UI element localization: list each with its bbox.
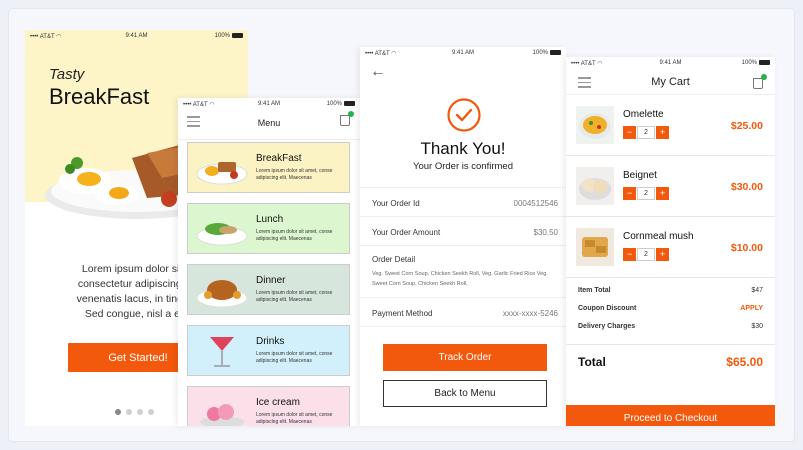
omelette-dish-icon	[576, 106, 614, 144]
battery-indicator: 100%	[215, 33, 243, 39]
order-id-row: Your Order Id 0004512546	[360, 188, 566, 217]
breakfast-plate-icon	[196, 162, 248, 185]
cart-header: •••• AT&T ◠ 9:41 AM 100% My Cart	[566, 57, 775, 95]
page-indicator[interactable]	[115, 402, 159, 420]
delivery-row: Delivery Charges $30	[578, 323, 763, 330]
confirmation-subtitle: Your Order is confirmed	[413, 161, 513, 172]
hero-title: BreakFast	[49, 84, 150, 109]
order-info-list: Your Order Id 0004512546 Your Order Amou…	[360, 187, 566, 327]
track-order-button[interactable]: Track Order	[383, 344, 547, 371]
page-dot[interactable]	[115, 409, 121, 415]
menu-header: Menu	[178, 110, 360, 140]
status-bar: •••• AT&T ◠ 9:41 AM 100%	[25, 30, 248, 42]
order-amount-row: Your Order Amount $30.50	[360, 217, 566, 246]
order-detail-section: Order Detail Veg. Sweet Corn Soup, Chick…	[360, 246, 566, 298]
cornmeal-dish-icon	[576, 228, 614, 266]
success-check-icon	[447, 98, 481, 132]
cart-item: Cornmeal mush −2 + $10.00	[566, 217, 775, 278]
quantity-stepper: −2 +	[623, 248, 669, 261]
thank-you-title: Thank You!	[420, 139, 506, 158]
back-to-menu-button[interactable]: Back to Menu	[383, 380, 547, 407]
quantity-stepper: −2 +	[623, 126, 669, 139]
hero-tagline: Tasty	[49, 66, 85, 83]
item-total-row: Item Total $47	[578, 287, 763, 294]
cart-item: Beignet −2 + $30.00	[566, 156, 775, 217]
category-card-drinks[interactable]: Drinks Lorem ipsum dolor sit amet, conse…	[187, 325, 350, 376]
grand-total-row: Total $65.00	[566, 344, 775, 378]
decrease-button[interactable]: −	[623, 126, 636, 139]
ice-cream-bowl-icon	[200, 404, 244, 426]
status-bar: •••• AT&T ◠ 9:41 AM 100%	[178, 98, 360, 110]
category-card-dinner[interactable]: Dinner Lorem ipsum dolor sit amet, conse…	[187, 264, 350, 315]
increase-button[interactable]: +	[656, 126, 669, 139]
cart-item: Omelette −2 + $25.00	[566, 95, 775, 156]
cocktail-glass-icon	[210, 337, 234, 367]
apply-coupon-link[interactable]: APPLY	[740, 305, 763, 312]
lunch-plate-icon	[196, 223, 248, 246]
page-dot[interactable]	[126, 409, 132, 415]
page-title: My Cart	[651, 76, 690, 88]
category-card-breakfast[interactable]: BreakFast Lorem ipsum dolor sit amet, co…	[187, 142, 350, 193]
roast-chicken-icon	[196, 280, 248, 308]
status-bar: •••• AT&T ◠ 9:41 AM 100%	[566, 57, 775, 69]
cart-screen: •••• AT&T ◠ 9:41 AM 100% My Cart Omelett…	[566, 57, 775, 426]
cart-icon[interactable]	[340, 111, 354, 126]
menu-screen: •••• AT&T ◠ 9:41 AM 100% Menu BreakFast …	[178, 98, 360, 426]
order-confirmation-screen: •••• AT&T ◠ 9:41 AM 100% ← Thank You! Yo…	[360, 47, 566, 426]
coupon-row: Coupon Discount APPLY	[578, 305, 763, 312]
category-card-ice-cream[interactable]: Ice cream Lorem ipsum dolor sit amet, co…	[187, 386, 350, 426]
quantity-stepper: −2 +	[623, 187, 669, 200]
decrease-button[interactable]: −	[623, 248, 636, 261]
beignet-dish-icon	[576, 167, 614, 205]
decrease-button[interactable]: −	[623, 187, 636, 200]
proceed-to-checkout-button[interactable]: Proceed to Checkout	[566, 405, 775, 426]
page-dot[interactable]	[137, 409, 143, 415]
status-bar: •••• AT&T ◠ 9:41 AM 100%	[360, 47, 566, 59]
category-card-lunch[interactable]: Lunch Lorem ipsum dolor sit amet, conse …	[187, 203, 350, 254]
payment-method-row: Payment Method xxxx-xxxx-5246	[360, 298, 566, 327]
page-title: Menu	[257, 118, 281, 128]
increase-button[interactable]: +	[656, 187, 669, 200]
page-dot[interactable]	[148, 409, 154, 415]
increase-button[interactable]: +	[656, 248, 669, 261]
cart-icon[interactable]	[753, 74, 767, 89]
back-arrow-icon[interactable]: ←	[370, 63, 386, 81]
